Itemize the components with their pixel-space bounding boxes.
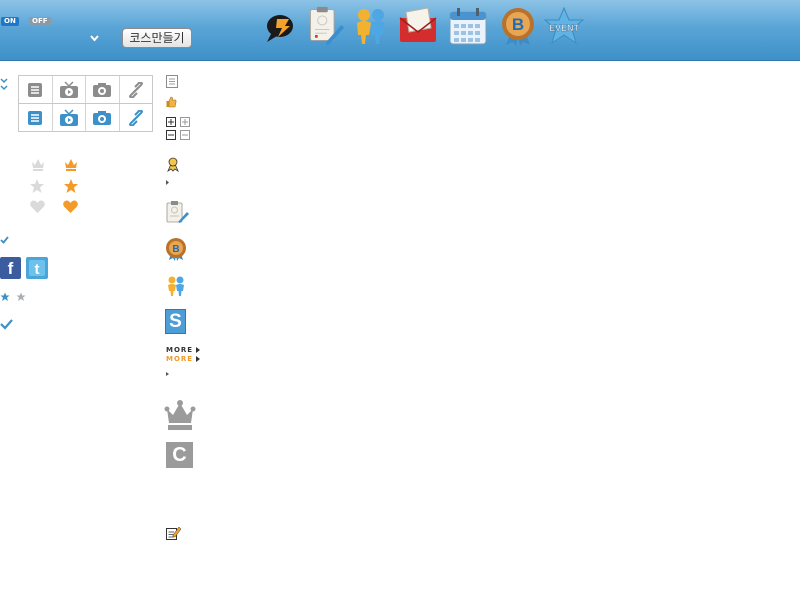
s-logo-icon[interactable]: S	[165, 309, 186, 334]
media-toolbar-gray	[18, 75, 153, 104]
video-post-button[interactable]	[53, 76, 86, 103]
top-bar: ON OFF 코스만들기 B EVENT	[0, 0, 800, 61]
crown-icon-gray[interactable]	[30, 157, 46, 172]
mail-icon[interactable]	[398, 6, 438, 46]
ribbon-icon[interactable]	[166, 157, 180, 172]
facebook-share-button[interactable]: f	[0, 257, 21, 279]
check-icon-small[interactable]	[0, 236, 9, 244]
event-label: EVENT	[549, 23, 580, 33]
badge-b-small-icon[interactable]: B	[165, 237, 187, 261]
tv-icon	[59, 80, 78, 98]
badge-letter: B	[512, 15, 524, 34]
camera-icon	[93, 82, 112, 97]
heart-icon-orange[interactable]	[62, 199, 79, 214]
svg-text:t: t	[35, 261, 40, 278]
speech-bubble-icon[interactable]	[263, 6, 303, 46]
expand-plus-icon[interactable]	[166, 117, 176, 127]
video-post-button-active[interactable]	[53, 104, 86, 131]
facebook-icon: f	[7, 259, 14, 278]
photo-post-button-active[interactable]	[86, 104, 120, 131]
photo-post-button[interactable]	[86, 76, 120, 103]
clipboard-icon[interactable]	[305, 5, 345, 45]
friends-small-icon[interactable]	[165, 275, 187, 297]
crown-icon-orange[interactable]	[63, 157, 79, 172]
link-post-button[interactable]	[120, 76, 153, 103]
toggle-on-badge[interactable]: ON	[1, 17, 19, 26]
document-icon	[28, 82, 43, 97]
event-star-icon[interactable]: EVENT	[543, 6, 585, 46]
text-post-button[interactable]	[19, 76, 53, 103]
chevron-down-icon[interactable]	[90, 35, 99, 42]
tiny-arrow-icon[interactable]	[166, 180, 169, 185]
badge-b-icon[interactable]: B	[498, 6, 538, 46]
more-arrow-icon-dark[interactable]	[196, 347, 200, 353]
more-arrow-icon-orange[interactable]	[196, 356, 200, 362]
twitter-share-button[interactable]: t	[26, 257, 48, 279]
svg-text:B: B	[172, 244, 179, 255]
expand-plus-icon-light[interactable]	[180, 117, 190, 127]
crown-large-icon[interactable]	[164, 398, 196, 431]
make-course-button[interactable]: 코스만들기	[122, 28, 192, 48]
star-icon-orange[interactable]	[63, 178, 79, 194]
collapse-minus-icon[interactable]	[166, 130, 176, 140]
twitter-icon: t	[29, 260, 45, 278]
memo-icon[interactable]	[166, 75, 178, 88]
document-icon	[28, 110, 43, 125]
tiny-arrow-icon[interactable]	[166, 372, 169, 376]
clipboard-small-icon[interactable]	[165, 200, 189, 223]
c-logo-icon[interactable]: C	[166, 442, 193, 468]
star-icon-small-blue[interactable]	[0, 292, 10, 302]
toggle-off-badge[interactable]: OFF	[29, 17, 51, 26]
link-icon	[128, 109, 143, 126]
edit-note-icon[interactable]	[166, 526, 181, 540]
text-post-button-active[interactable]	[19, 104, 53, 131]
check-icon[interactable]	[0, 319, 13, 330]
thumbs-up-icon[interactable]	[166, 96, 177, 108]
link-icon	[128, 81, 143, 98]
heart-icon-gray[interactable]	[29, 199, 46, 214]
link-post-button-active[interactable]	[120, 104, 153, 131]
media-toolbar-blue	[18, 103, 153, 132]
tv-icon	[59, 108, 78, 126]
more-link-dark[interactable]: MORE	[166, 346, 193, 354]
collapse-minus-icon-light[interactable]	[180, 130, 190, 140]
star-icon-gray[interactable]	[29, 178, 45, 194]
friends-icon[interactable]	[351, 6, 391, 46]
camera-icon	[93, 110, 112, 125]
double-chevron-icon[interactable]	[0, 78, 8, 92]
star-icon-small-gray[interactable]	[16, 292, 26, 302]
calendar-icon[interactable]	[448, 6, 488, 46]
more-link-orange[interactable]: MORE	[166, 355, 193, 363]
